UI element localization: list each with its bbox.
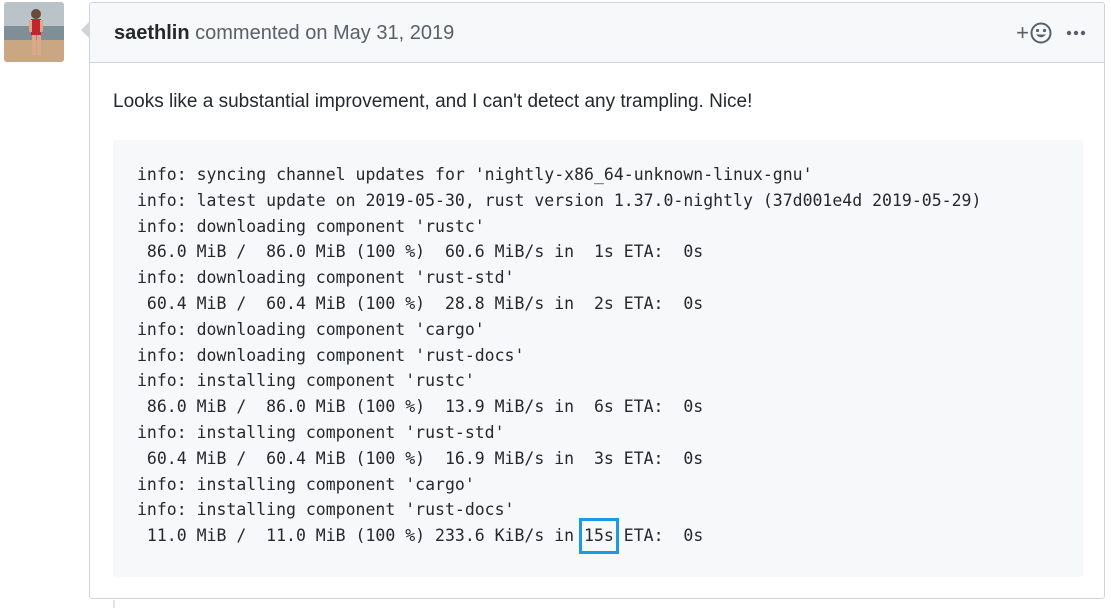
comment-actions: + xyxy=(1016,21,1086,45)
plus-icon: + xyxy=(1016,20,1029,45)
code-line: 60.4 MiB / 60.4 MiB (100 %) 28.8 MiB/s i… xyxy=(137,293,704,313)
comment-timestamp[interactable]: May 31, 2019 xyxy=(333,22,454,44)
comment-caret xyxy=(81,22,89,38)
code-line: 60.4 MiB / 60.4 MiB (100 %) 16.9 MiB/s i… xyxy=(137,448,704,468)
avatar-image xyxy=(4,2,64,62)
comment-header-text: saethlin commented on May 31, 2019 xyxy=(114,22,454,45)
smiley-icon xyxy=(1030,22,1052,44)
code-line: info: installing component 'rustc' xyxy=(137,371,475,391)
author-link[interactable]: saethlin xyxy=(114,22,190,44)
code-line: info: installing component 'rust-docs' xyxy=(137,500,515,520)
code-line: info: downloading component 'cargo' xyxy=(137,319,485,339)
code-block: info: syncing channel updates for 'night… xyxy=(113,140,1083,577)
comment: saethlin commented on May 31, 2019 + Loo… xyxy=(89,2,1105,599)
kebab-menu-button[interactable] xyxy=(1066,21,1086,45)
code-segment: 11.0 MiB / 11.0 MiB (100 %) 233.6 KiB/s … xyxy=(137,526,585,546)
code-line: 86.0 MiB / 86.0 MiB (100 %) 13.9 MiB/s i… xyxy=(137,397,704,417)
code-line-last: 11.0 MiB / 11.0 MiB (100 %) 233.6 KiB/s … xyxy=(137,518,1083,554)
comment-action: commented on xyxy=(195,22,328,44)
kebab-horizontal-icon xyxy=(1066,30,1086,36)
code-line: info: installing component 'rust-std' xyxy=(137,422,505,442)
comment-body: Looks like a substantial improvement, an… xyxy=(90,63,1104,577)
code-line: info: downloading component 'rustc' xyxy=(137,216,485,236)
code-line: info: installing component 'cargo' xyxy=(137,474,475,494)
code-line: 86.0 MiB / 86.0 MiB (100 %) 60.6 MiB/s i… xyxy=(137,242,704,262)
comment-header: saethlin commented on May 31, 2019 + xyxy=(90,3,1104,63)
timeline-line xyxy=(113,600,115,608)
add-reaction-button[interactable]: + xyxy=(1016,22,1052,44)
highlighted-duration: 15s xyxy=(579,518,619,554)
code-segment: ETA: 0s xyxy=(613,526,704,546)
avatar[interactable] xyxy=(4,2,64,62)
code-line: info: downloading component 'rust-docs' xyxy=(137,345,525,365)
code-line: info: syncing channel updates for 'night… xyxy=(137,165,813,184)
code-line: info: latest update on 2019-05-30, rust … xyxy=(137,190,982,210)
comment-text: Looks like a substantial improvement, an… xyxy=(113,91,753,112)
comment-thread: saethlin commented on May 31, 2019 + Loo… xyxy=(0,0,1111,608)
code-line: info: downloading component 'rust-std' xyxy=(137,268,515,288)
